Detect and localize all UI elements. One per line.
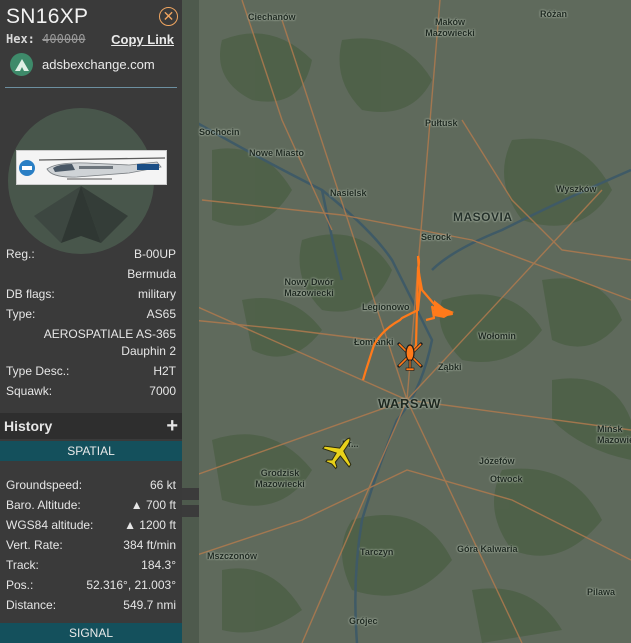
hex-row: Hex: 400000 xyxy=(6,32,86,46)
dbflags-label: DB flags: xyxy=(6,287,55,301)
aircraft-photo[interactable] xyxy=(16,150,167,185)
callsign: SN16XP xyxy=(6,5,89,28)
wgs84-altitude-row: WGS84 altitude: ▲ 1200 ft xyxy=(0,515,182,535)
squawk-label: Squawk: xyxy=(6,384,53,398)
typedesc-value: H2T xyxy=(153,364,176,378)
typedesc-label: Type Desc.: xyxy=(6,364,70,378)
track-fill xyxy=(434,300,454,318)
baro-altitude-value: ▲ 700 ft xyxy=(130,498,176,512)
aircraft-details: Reg.: B-00UP Bermuda DB flags: military … xyxy=(0,244,182,401)
history-header[interactable]: History + xyxy=(0,413,182,439)
type-full-row: AEROSPATIALE AS-365 Dauphin 2 xyxy=(0,324,182,361)
close-icon[interactable]: ✕ xyxy=(159,7,178,26)
type-value: AS65 xyxy=(146,307,176,321)
copy-link[interactable]: Copy Link xyxy=(111,32,174,47)
hex-label: Hex: xyxy=(6,32,35,46)
type-full-value: AEROSPATIALE AS-365 Dauphin 2 xyxy=(43,327,176,358)
adsbexchange-logo-icon xyxy=(10,53,33,76)
aircraft-photo-area xyxy=(0,88,182,254)
reg-label: Reg.: xyxy=(6,247,35,261)
groundspeed-row: Groundspeed: 66 kt xyxy=(0,475,182,495)
distance-row: Distance: 549.7 nmi xyxy=(0,595,182,615)
adsb-viewer: SN16XP ✕ Hex: 400000 Copy Link adsbexcha… xyxy=(0,0,631,643)
country-value: Bermuda xyxy=(127,267,176,281)
reg-row: Reg.: B-00UP xyxy=(0,244,182,264)
wgs84-altitude-label: WGS84 altitude: xyxy=(6,518,94,532)
history-title: History xyxy=(4,418,53,434)
dbflags-value: military xyxy=(138,287,176,301)
tab-spatial[interactable]: SPATIAL xyxy=(0,441,182,461)
plus-icon[interactable]: + xyxy=(166,416,178,436)
groundspeed-label: Groundspeed: xyxy=(6,478,83,492)
position-value: 52.316°, 21.003° xyxy=(86,578,176,592)
flight-track xyxy=(361,255,454,381)
track-label: Track: xyxy=(6,558,39,572)
aircraft-info-panel: SN16XP ✕ Hex: 400000 Copy Link adsbexcha… xyxy=(0,0,182,643)
flight-overlay xyxy=(322,255,454,470)
track-value: 184.3° xyxy=(141,558,176,572)
distance-value: 549.7 nmi xyxy=(123,598,176,612)
position-row: Pos.: 52.316°, 21.003° xyxy=(0,575,182,595)
vert-rate-label: Vert. Rate: xyxy=(6,538,63,552)
dbflags-row: DB flags: military xyxy=(0,284,182,304)
position-label: Pos.: xyxy=(6,578,34,592)
baro-altitude-label: Baro. Altitude: xyxy=(6,498,81,512)
type-row: Type: AS65 xyxy=(0,304,182,324)
squawk-value: 7000 xyxy=(149,384,176,398)
country-row: Bermuda xyxy=(0,264,182,284)
groundspeed-value: 66 kt xyxy=(149,478,176,492)
baro-altitude-row: Baro. Altitude: ▲ 700 ft xyxy=(0,495,182,515)
panel-header: SN16XP ✕ Hex: 400000 Copy Link adsbexcha… xyxy=(0,0,182,88)
vert-rate-row: Vert. Rate: 384 ft/min xyxy=(0,535,182,555)
helicopter-photo-icon xyxy=(17,151,166,184)
track-row: Track: 184.3° xyxy=(0,555,182,575)
type-label: Type: xyxy=(6,307,36,321)
distance-label: Distance: xyxy=(6,598,57,612)
source-link[interactable]: adsbexchange.com xyxy=(10,53,155,76)
reg-value: B-00UP xyxy=(133,247,176,261)
wgs84-altitude-value: ▲ 1200 ft xyxy=(124,518,176,532)
hex-value: 400000 xyxy=(42,32,86,46)
vert-rate-value: 384 ft/min xyxy=(123,538,176,552)
squawk-row: Squawk: 7000 xyxy=(0,381,182,401)
tab-signal[interactable]: SIGNAL xyxy=(0,623,182,643)
typedesc-row: Type Desc.: H2T xyxy=(0,361,182,381)
spatial-details: Groundspeed: 66 kt Baro. Altitude: ▲ 700… xyxy=(0,475,182,615)
source-name: adsbexchange.com xyxy=(42,57,155,72)
helicopter-icon xyxy=(396,341,424,371)
map-view[interactable]: Ciechanów Maków Mazowiecki Różan Sochoci… xyxy=(182,0,631,643)
airplane-icon xyxy=(322,437,352,470)
